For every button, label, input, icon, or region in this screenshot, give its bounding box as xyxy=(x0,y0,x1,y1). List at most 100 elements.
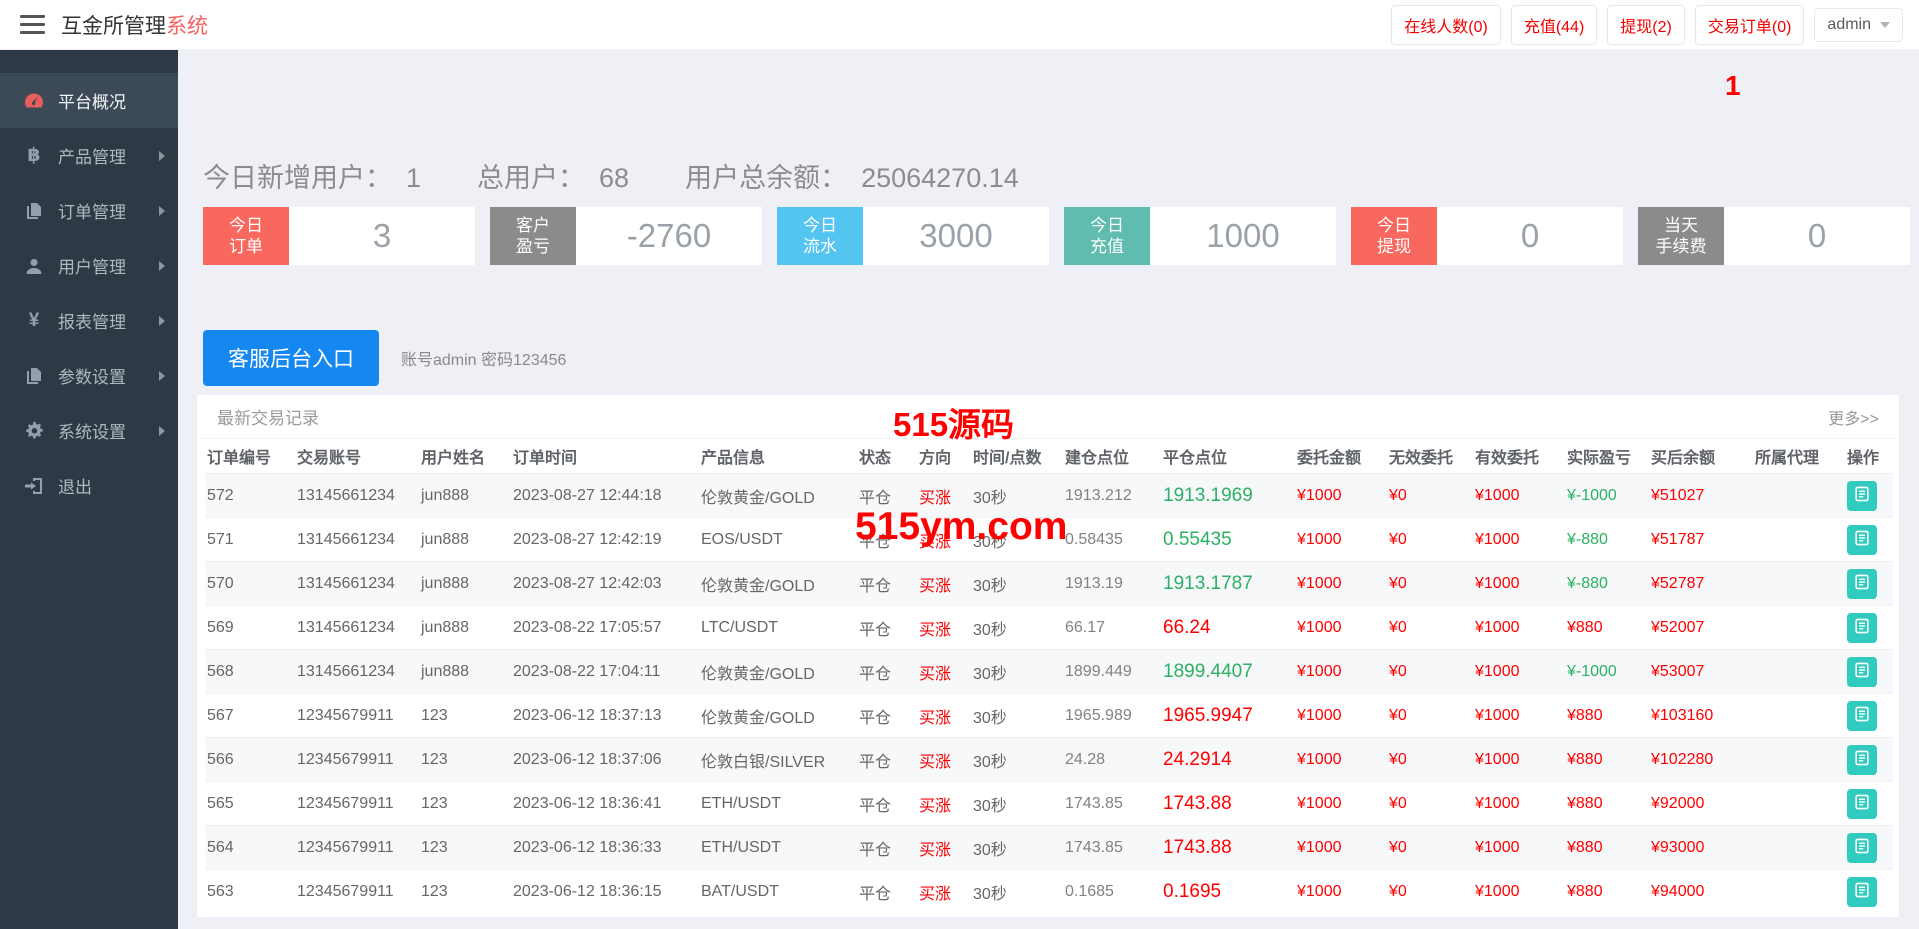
cell-entrust-amount: ¥1000 xyxy=(1295,737,1387,782)
stat-value: 68 xyxy=(599,163,630,193)
yen-icon: ¥ xyxy=(28,309,40,331)
cell-balance: ¥51787 xyxy=(1649,517,1753,562)
stats-line: 今日新增用户： 1 总用户： 68 用户总余额： 25064270.14 xyxy=(203,156,1019,195)
cell-order-id: 565 xyxy=(205,781,295,826)
cell-agent xyxy=(1753,649,1845,694)
stat-item: 今日新增用户： 1 xyxy=(203,156,421,195)
detail-button[interactable] xyxy=(1847,788,1877,819)
cell-action xyxy=(1845,781,1893,826)
detail-button[interactable] xyxy=(1847,568,1877,599)
cell-duration: 30秒 xyxy=(971,605,1063,650)
dashboard-icon xyxy=(22,90,46,112)
cell-actual-profit: ¥880 xyxy=(1565,605,1649,650)
sidebar-item-reports[interactable]: ¥ 报表管理 xyxy=(0,293,178,348)
detail-button[interactable] xyxy=(1847,832,1877,863)
column-header: 操作 xyxy=(1847,450,1880,467)
sidebar-item-orders[interactable]: 订单管理 xyxy=(0,183,178,238)
cell-account: 13145661234 xyxy=(295,605,419,650)
online-users-button[interactable]: 在线人数(0) xyxy=(1391,4,1501,45)
sidebar-item-params[interactable]: 参数设置 xyxy=(0,348,178,403)
detail-icon xyxy=(1854,706,1870,725)
cell-product: BAT/USDT xyxy=(699,869,857,913)
cell-open-point: 0.1685 xyxy=(1063,869,1161,913)
cell-order-id: 567 xyxy=(205,693,295,738)
cell-action xyxy=(1845,825,1893,870)
cell-valid-entrust: ¥1000 xyxy=(1473,473,1565,518)
cell-entrust-amount: ¥1000 xyxy=(1295,825,1387,870)
withdraw-button[interactable]: 提现(2) xyxy=(1607,4,1685,45)
detail-button[interactable] xyxy=(1847,656,1877,687)
detail-button[interactable] xyxy=(1847,876,1877,907)
table-row: 570 13145661234 jun888 2023-08-27 12:42:03 伦… xyxy=(205,561,1893,606)
trade-orders-button[interactable]: 交易订单(0) xyxy=(1694,4,1805,45)
cell-account: 12345679911 xyxy=(295,693,419,738)
cell-invalid-entrust: ¥0 xyxy=(1387,869,1473,913)
cell-agent xyxy=(1753,561,1845,606)
cell-actual-profit: ¥-1000 xyxy=(1565,473,1649,518)
watermark-number: 1 xyxy=(1725,70,1741,101)
stat-card-value: 1000 xyxy=(1206,217,1280,254)
detail-icon xyxy=(1854,794,1870,813)
cell-balance: ¥52007 xyxy=(1649,605,1753,650)
service-entry-button[interactable]: 客服后台入口 xyxy=(203,330,379,386)
cell-duration: 30秒 xyxy=(971,825,1063,870)
panel-title: 最新交易记录 xyxy=(217,409,319,428)
user-menu[interactable]: admin xyxy=(1814,7,1903,42)
sidebar-item-label: 用户管理 xyxy=(58,258,126,277)
detail-button[interactable] xyxy=(1847,700,1877,731)
cell-entrust-amount: ¥1000 xyxy=(1295,693,1387,738)
cell-close-point: 1743.88 xyxy=(1161,825,1295,870)
cell-close-point: 0.55435 xyxy=(1161,517,1295,562)
cell-status: 平仓 xyxy=(857,605,917,650)
sidebar-item-dashboard[interactable]: 平台概况 xyxy=(0,73,178,128)
header-badges: 在线人数(0) 充值(44) 提现(2) 交易订单(0) xyxy=(1381,4,1805,45)
stat-card: 今日 订单 3 xyxy=(203,207,475,265)
cell-entrust-amount: ¥1000 xyxy=(1295,781,1387,826)
cell-order-id: 569 xyxy=(205,605,295,650)
detail-icon xyxy=(1854,574,1870,593)
hamburger-icon[interactable] xyxy=(20,15,45,34)
cell-direction: 买涨 xyxy=(917,605,971,650)
column-header: 用户姓名 xyxy=(421,450,486,467)
detail-icon xyxy=(1854,882,1870,901)
cell-direction: 买涨 xyxy=(917,781,971,826)
table-row: 567 12345679911 123 2023-06-12 18:37:13 伦敦黄金… xyxy=(205,693,1893,738)
detail-button[interactable] xyxy=(1847,480,1877,511)
detail-icon xyxy=(1854,618,1870,637)
gears-icon xyxy=(22,420,46,442)
detail-button[interactable] xyxy=(1847,524,1877,555)
cell-entrust-amount: ¥1000 xyxy=(1295,605,1387,650)
cell-status: 平仓 xyxy=(857,737,917,782)
cell-agent xyxy=(1753,473,1845,518)
sidebar-item-logout[interactable]: 退出 xyxy=(0,458,178,513)
column-header: 订单时间 xyxy=(513,450,578,467)
cell-direction: 买涨 xyxy=(917,737,971,782)
cell-actual-profit: ¥-1000 xyxy=(1565,649,1649,694)
chevron-right-icon xyxy=(159,315,165,326)
sidebar-item-users[interactable]: 用户管理 xyxy=(0,238,178,293)
recharge-button[interactable]: 充值(44) xyxy=(1510,4,1598,45)
stat-label: 用户总余额： xyxy=(685,163,848,193)
cell-agent xyxy=(1753,517,1845,562)
cell-agent xyxy=(1753,693,1845,738)
column-header: 委托金额 xyxy=(1297,450,1362,467)
cell-duration: 30秒 xyxy=(971,737,1063,782)
sidebar-item-products[interactable]: ฿ 产品管理 xyxy=(0,128,178,183)
cell-valid-entrust: ¥1000 xyxy=(1473,649,1565,694)
detail-button[interactable] xyxy=(1847,612,1877,643)
cell-close-point: 24.2914 xyxy=(1161,737,1295,782)
stat-item: 用户总余额： 25064270.14 xyxy=(685,156,1019,195)
cell-order-time: 2023-08-27 12:44:18 xyxy=(511,473,699,518)
logout-icon xyxy=(22,475,46,497)
sidebar-item-system[interactable]: 系统设置 xyxy=(0,403,178,458)
cell-close-point: 0.1695 xyxy=(1161,869,1295,913)
detail-button[interactable] xyxy=(1847,744,1877,775)
cell-valid-entrust: ¥1000 xyxy=(1473,781,1565,826)
cell-agent xyxy=(1753,605,1845,650)
cell-balance: ¥102280 xyxy=(1649,737,1753,782)
cell-valid-entrust: ¥1000 xyxy=(1473,825,1565,870)
cell-valid-entrust: ¥1000 xyxy=(1473,693,1565,738)
cell-order-id: 570 xyxy=(205,561,295,606)
more-link[interactable]: 更多>> xyxy=(1828,405,1879,429)
cell-order-time: 2023-08-22 17:05:57 xyxy=(511,605,699,650)
